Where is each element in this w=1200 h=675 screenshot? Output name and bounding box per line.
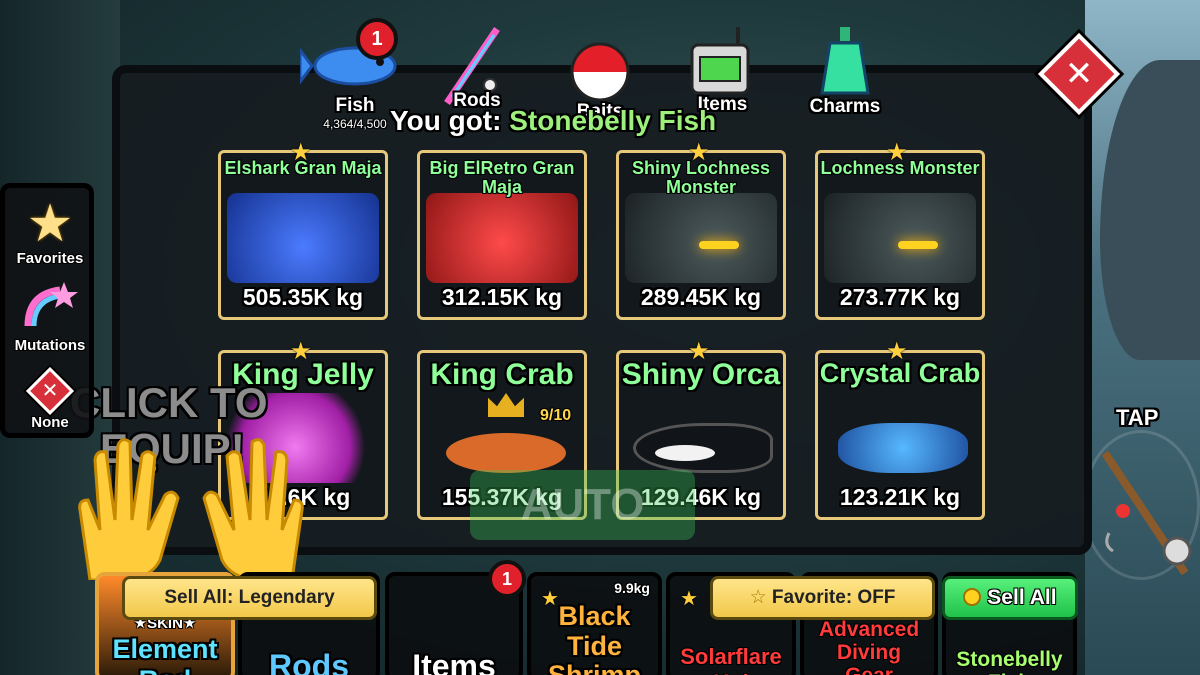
tab-charms-label: Charms (809, 96, 881, 117)
hotbar-slot-label: Rods (269, 648, 349, 675)
bait-counter: 9/10 (540, 407, 572, 424)
crown-icon (488, 393, 524, 417)
auto-button[interactable]: AUTO (470, 470, 695, 540)
fish-card-weight: 273.77K kg (839, 284, 961, 310)
rainbow-star-icon (24, 282, 78, 327)
star-icon: ★ (688, 338, 710, 365)
charm-bottle-icon (820, 27, 870, 95)
tap-label: TAP (1116, 405, 1159, 430)
sell-all-label: Sell All (987, 586, 1057, 609)
fishing-rod-icon[interactable] (1082, 430, 1200, 580)
sell-all-legendary-button[interactable]: Sell All: Legendary (122, 576, 377, 620)
fish-card-weight: 505.35K kg (242, 284, 364, 310)
fish-card-name: Big ElRetro Gran Maja (429, 158, 575, 197)
fish-card[interactable]: Shiny Lochness Monster 289.45K kg (616, 150, 786, 320)
star-icon: ★ (886, 139, 908, 166)
hotbar-slot-label: Advanced Diving Gear (818, 618, 920, 675)
close-icon: ✕ (1064, 55, 1094, 93)
click-to-equip-line1: CLICK TO (70, 379, 268, 426)
fish-card[interactable]: Lochness Monster 273.77K kg (815, 150, 985, 320)
caught-fish-name: Stonebelly Fish (509, 105, 717, 136)
you-got-prefix: You got: (390, 105, 502, 136)
fish-art (824, 193, 976, 283)
star-icon: ★ (290, 338, 312, 365)
fish-art (824, 393, 976, 483)
sell-all-legendary-label: Sell All: Legendary (164, 587, 335, 608)
favorite-toggle-button[interactable]: ☆ Favorite: OFF (710, 576, 935, 620)
sidebar-item-favorites[interactable]: ★ Favorites (5, 198, 95, 267)
tab-charms[interactable]: Charms (800, 25, 890, 118)
coin-icon (963, 588, 982, 606)
waving-hand-icon (192, 430, 322, 585)
radio-icon (690, 27, 750, 95)
close-icon: ✕ (25, 366, 75, 416)
tab-rods[interactable]: Rods (432, 25, 522, 112)
filter-sidebar: ★ Favorites Mutations ✕ None (0, 183, 94, 438)
fish-art (625, 193, 777, 283)
sidebar-item-none[interactable]: ✕ None (5, 366, 95, 431)
sidebar-label-favorites: Favorites (16, 250, 84, 267)
sidebar-item-mutations[interactable]: Mutations (5, 280, 95, 354)
sidebar-label-mutations: Mutations (14, 337, 86, 354)
star-icon: ★ (26, 195, 74, 253)
star-icon: ★ (688, 139, 710, 166)
glowing-eyes-icon (699, 241, 739, 249)
item-weight: 9.9kg (614, 580, 650, 596)
fish-card[interactable]: Elshark Gran Maja 505.35K kg (218, 150, 388, 320)
fish-card[interactable]: Crystal Crab 123.21K kg (815, 350, 985, 520)
hotbar-slot-label: Black Tide Shrimp (548, 601, 641, 675)
fish-card-weight: 312.15K kg (441, 284, 563, 310)
fish-card-weight: 289.45K kg (640, 284, 762, 310)
you-got-banner: You got: Stonebelly Fish (390, 105, 716, 137)
star-icon: ★ (886, 338, 908, 365)
hotbar-slot-label: Items (412, 648, 496, 675)
sidebar-label-none: None (31, 414, 69, 431)
hotbar-slot-label: Solarflare Koi (680, 644, 782, 675)
hotbar-notification-badge: 1 (488, 560, 526, 598)
fish-art (426, 193, 578, 283)
glowing-eyes-icon (898, 241, 938, 249)
sell-all-button[interactable]: Sell All (942, 576, 1078, 620)
star-outline-icon: ☆ (749, 587, 767, 608)
hotbar-slot-label: Element Rod (112, 634, 218, 675)
auto-label: AUTO (520, 480, 645, 529)
bobber-icon (570, 42, 630, 102)
fish-card-weight: 123.21K kg (839, 484, 961, 510)
star-icon: ★ (680, 588, 698, 610)
star-icon: ★ (290, 139, 312, 166)
fish-card-name: King Crab (430, 358, 574, 391)
fish-notification-badge: 1 (356, 18, 398, 60)
fish-card[interactable]: Big ElRetro Gran Maja 312.15K kg (417, 150, 587, 320)
fish-art (227, 193, 379, 283)
tab-items[interactable]: Items (680, 25, 765, 116)
hotbar-slot[interactable]: ★ 9.9kg Black Tide Shrimp (527, 572, 662, 675)
favorite-toggle-label: Favorite: OFF (771, 587, 896, 608)
hotbar-slot-label: Stonebelly Fish (956, 648, 1063, 675)
